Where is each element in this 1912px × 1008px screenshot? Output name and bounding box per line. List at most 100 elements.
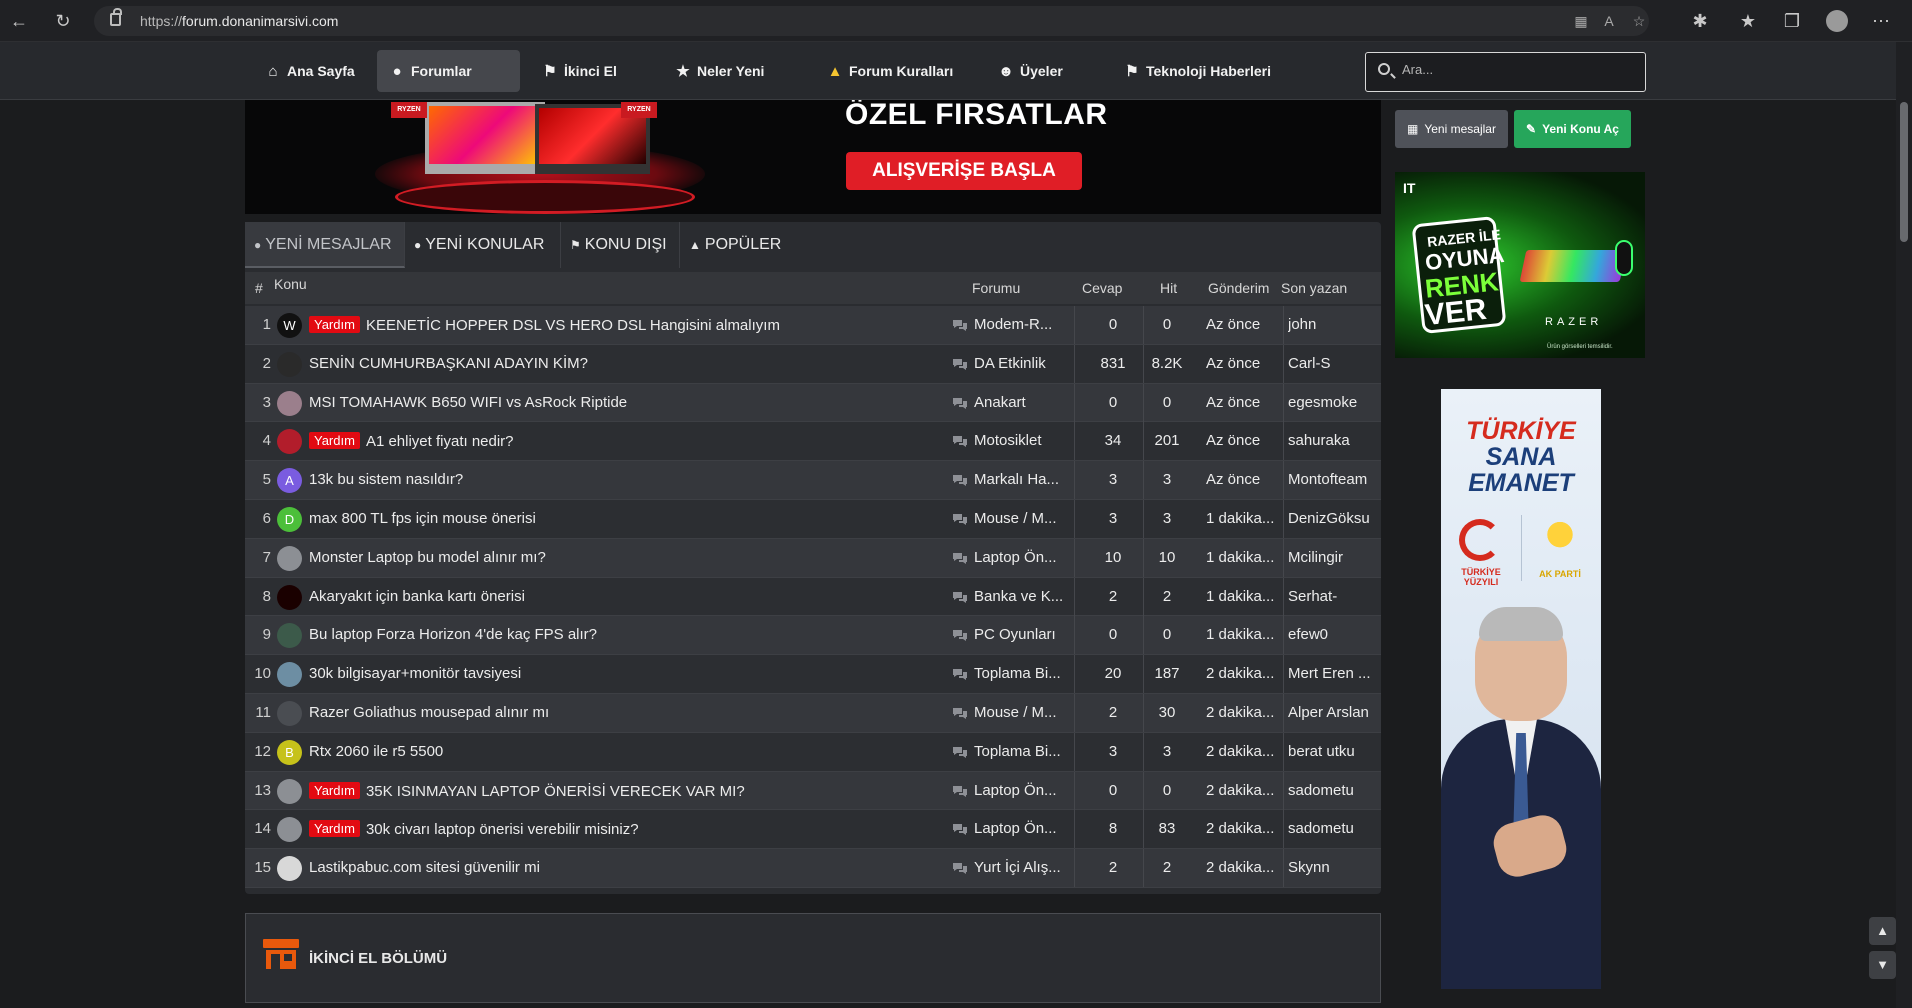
profile-avatar[interactable] [1826,10,1848,32]
forum-link[interactable]: Laptop Ön... [974,549,1064,566]
table-row[interactable]: 5 A 13k bu sistem nasıldır? Markalı Ha... 3 3… [245,461,1381,500]
search-input[interactable] [1402,62,1632,77]
topic-title-cell[interactable]: MSI TOMAHAWK B650 WIFI vs AsRock Riptide [309,394,627,411]
topic-title-cell[interactable]: SENİN CUMHURBAŞKANI ADAYIN KİM? [309,355,588,372]
forum-link[interactable]: PC Oyunları [974,626,1064,643]
last-poster[interactable]: Skynn [1288,859,1383,876]
extensions-icon[interactable]: ✱ [1689,10,1711,32]
favorites-icon[interactable]: ★ [1737,10,1759,32]
forum-link[interactable]: Markalı Ha... [974,471,1064,488]
topic-title-cell[interactable]: Yardım KEENETİC HOPPER DSL VS HERO DSL Ha… [309,316,780,334]
topic-title[interactable]: KEENETİC HOPPER DSL VS HERO DSL Hangisin… [366,317,780,334]
last-poster[interactable]: Mert Eren ... [1288,665,1383,682]
topic-title-cell[interactable]: Razer Goliathus mousepad alınır mı [309,704,549,721]
avatar[interactable] [277,623,302,649]
topic-title[interactable]: Monster Laptop bu model alınır mı? [309,549,546,566]
more-icon[interactable]: ⋯ [1870,10,1892,32]
topic-title[interactable]: Bu laptop Forza Horizon 4'de kaç FPS alı… [309,626,597,643]
topic-title[interactable]: max 800 TL fps için mouse önerisi [309,510,536,527]
table-row[interactable]: 4 Yardım A1 ehliyet fiyatı nedir? Motosikle… [245,422,1383,462]
nav-tech-news[interactable]: ⚑ Teknoloji Haberleri [1112,50,1283,92]
topic-title[interactable]: Razer Goliathus mousepad alınır mı [309,704,549,721]
table-row[interactable]: 2 SENİN CUMHURBAŞKANI ADAYIN KİM? DA Etkin… [245,344,1383,384]
tab-new-posts[interactable]: ● YENİ MESAJLAR [245,222,405,268]
forum-link[interactable]: Mouse / M... [974,704,1064,721]
last-poster[interactable]: egesmoke [1288,394,1383,411]
avatar[interactable] [277,778,302,804]
avatar[interactable]: W [277,313,302,338]
avatar[interactable] [277,390,302,416]
topic-title[interactable]: Rtx 2060 ile r5 5500 [309,743,443,760]
topic-title-cell[interactable]: 13k bu sistem nasıldır? [309,471,463,488]
topic-title-cell[interactable]: Lastikpabuc.com sitesi güvenilir mi [309,859,540,876]
table-row[interactable]: 15 Lastikpabuc.com sitesi güvenilir mi Yur… [245,849,1381,888]
last-poster[interactable]: Serhat- [1288,588,1383,605]
nav-home[interactable]: ⌂ Ana Sayfa [253,50,367,92]
forum-link[interactable]: Toplama Bi... [974,665,1064,682]
topic-title[interactable]: 30k civarı laptop önerisi verebilir misi… [366,821,639,838]
back-icon[interactable]: ← [8,10,30,32]
topic-title[interactable]: 35K ISINMAYAN LAPTOP ÖNERİSİ VERECEK VAR… [366,783,745,800]
avatar[interactable] [277,545,302,571]
political-ad[interactable]: TÜRKİYE SANA EMANET TÜRKİYE YÜZYILI AK P… [1441,389,1601,989]
address-bar[interactable]: https://forum.donanimarsivi.com ▦ A ☆ [94,6,1649,36]
scroll-up-button[interactable]: ▲ [1869,917,1896,945]
topic-title-cell[interactable]: Bu laptop Forza Horizon 4'de kaç FPS alı… [309,626,597,643]
banner-cta-button[interactable]: ALIŞVERİŞE BAŞLA [846,152,1082,190]
tab-off-topic[interactable]: ⚑ KONU DIŞI [561,222,680,268]
topic-title[interactable]: Akaryakıt için banka kartı önerisi [309,588,525,605]
forum-link[interactable]: Laptop Ön... [974,820,1064,837]
forum-link[interactable]: Banka ve K... [974,588,1064,605]
table-row[interactable]: 9 Bu laptop Forza Horizon 4'de kaç FPS al… [245,616,1383,656]
nav-members[interactable]: ☻ Üyeler [986,50,1075,92]
table-row[interactable]: 1 W Yardım KEENETİC HOPPER DSL VS HERO DSL … [245,306,1381,345]
collections-icon[interactable]: ❐ [1781,10,1803,32]
avatar[interactable] [277,429,302,455]
tab-new-topics[interactable]: ● YENİ KONULAR [405,222,561,268]
topic-title-cell[interactable]: Akaryakıt için banka kartı önerisi [309,588,525,605]
last-poster[interactable]: Mcilingir [1288,549,1383,566]
topic-title-cell[interactable]: 30k bilgisayar+monitör tavsiyesi [309,665,521,682]
table-row[interactable]: 14 Yardım 30k civarı laptop önerisi verebi… [245,810,1383,850]
new-topic-button[interactable]: ✎ Yeni Konu Aç [1514,110,1631,148]
avatar[interactable]: A [277,468,302,494]
last-poster[interactable]: Montofteam [1288,471,1383,488]
forum-link[interactable]: Modem-R... [974,316,1064,333]
avatar[interactable] [277,817,302,843]
last-poster[interactable]: sadometu [1288,820,1383,837]
avatar[interactable] [277,351,302,377]
app-grid-icon[interactable]: ▦ [1572,12,1590,30]
table-row[interactable]: 8 Akaryakıt için banka kartı önerisi Banka… [245,577,1383,617]
last-poster[interactable]: sahuraka [1288,432,1383,449]
table-row[interactable]: 10 30k bilgisayar+monitör tavsiyesi Toplam… [245,655,1381,694]
new-posts-button[interactable]: ▦ Yeni mesajlar [1395,110,1508,148]
topic-title[interactable]: MSI TOMAHAWK B650 WIFI vs AsRock Riptide [309,394,627,411]
last-poster[interactable]: efew0 [1288,626,1383,643]
promo-banner[interactable]: RYZEN RYZEN ÖZEL FIRSATLAR ALIŞVERİŞE BA… [245,100,1381,214]
topic-title[interactable]: 30k bilgisayar+monitör tavsiyesi [309,665,521,682]
forum-link[interactable]: Yurt İçi Alış... [974,859,1064,876]
topic-title-cell[interactable]: Rtx 2060 ile r5 5500 [309,743,443,760]
nav-whats-new[interactable]: ★ Neler Yeni [663,50,776,92]
avatar[interactable] [277,701,302,726]
forum-link[interactable]: DA Etkinlik [974,355,1064,372]
nav-second-hand[interactable]: ⚑ İkinci El [530,50,629,92]
topic-title[interactable]: Lastikpabuc.com sitesi güvenilir mi [309,859,540,876]
read-aloud-icon[interactable]: A [1600,12,1618,30]
forum-link[interactable]: Mouse / M... [974,510,1064,527]
reload-icon[interactable]: ↻ [52,10,74,32]
avatar[interactable] [277,662,302,688]
topic-title-cell[interactable]: Yardım A1 ehliyet fiyatı nedir? [309,432,514,450]
last-poster[interactable]: berat utku [1288,743,1383,760]
table-row[interactable]: 11 Razer Goliathus mousepad alınır mı Mous… [245,694,1381,733]
last-poster[interactable]: sadometu [1288,782,1383,799]
search-box[interactable] [1365,52,1646,92]
table-row[interactable]: 6 Dmax 800 TL fps için mouse önerisi Mouse… [245,500,1381,539]
last-poster[interactable]: john [1288,316,1383,333]
favorite-icon[interactable]: ☆ [1630,12,1648,30]
topic-title[interactable]: A1 ehliyet fiyatı nedir? [366,433,514,450]
table-row[interactable]: 13 Yardım 35K ISINMAYAN LAPTOP ÖNERİSİ VER… [245,771,1383,811]
last-poster[interactable]: Carl-S [1288,355,1383,372]
avatar[interactable]: B [277,739,302,765]
table-row[interactable]: 7 Monster Laptop bu model alınır mı? Lapto… [245,538,1383,578]
